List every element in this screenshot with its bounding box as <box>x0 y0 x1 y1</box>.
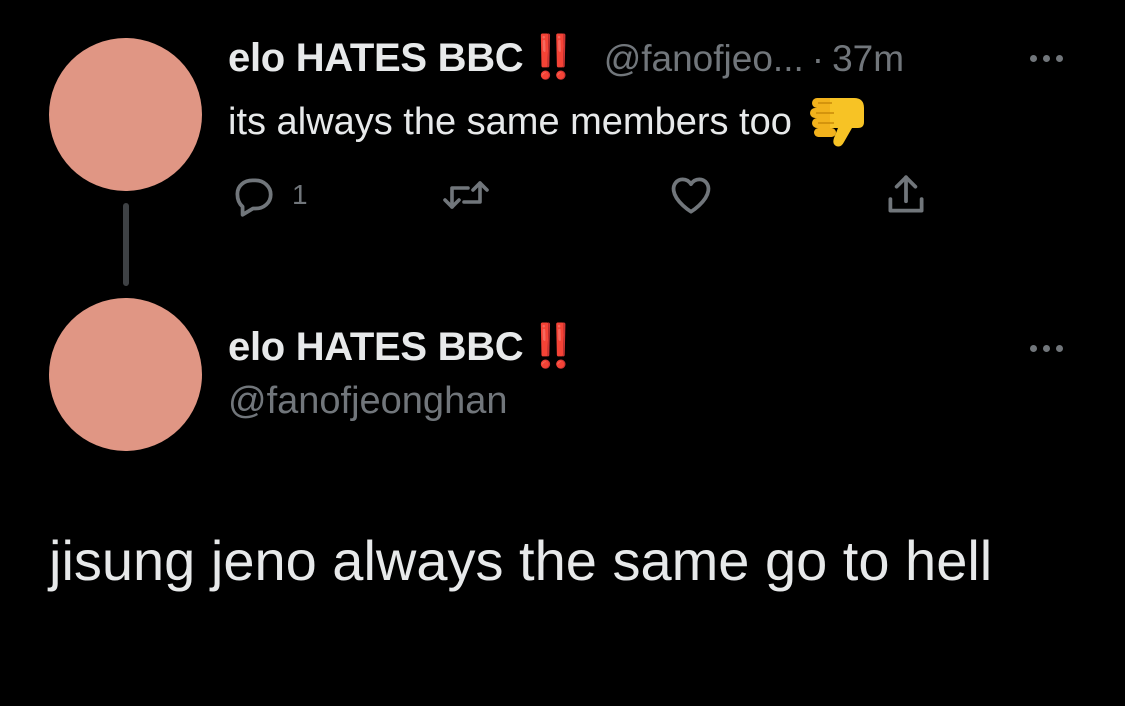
double-exclamation-emoji: ‼️ <box>527 33 579 80</box>
retweet-button[interactable] <box>440 170 492 220</box>
display-name[interactable]: elo HATES BBC <box>228 36 524 81</box>
display-name[interactable]: elo HATES BBC <box>228 325 524 370</box>
more-icon[interactable] <box>1030 345 1063 352</box>
thread-connector-line <box>123 203 129 286</box>
more-icon[interactable] <box>1030 55 1063 62</box>
tweet-actions: 1 <box>228 170 948 220</box>
like-button[interactable] <box>666 170 716 220</box>
timestamp[interactable]: 37m <box>832 38 904 80</box>
share-button[interactable] <box>883 170 929 220</box>
user-handle[interactable]: @fanofjeonghan <box>228 380 507 423</box>
reply-button[interactable]: 1 <box>228 170 308 220</box>
reply-icon <box>235 178 273 217</box>
avatar[interactable] <box>49 38 202 191</box>
tweet-text-content: its always the same members too <box>228 100 792 143</box>
main-tweet-text: jisung jeno always the same go to hell <box>49 529 993 592</box>
heart-icon <box>671 177 711 214</box>
tweet-text: its always the same members too <box>228 94 868 150</box>
double-exclamation-emoji: ‼️ <box>527 322 579 369</box>
separator-dot: · <box>811 38 825 79</box>
reply-count: 1 <box>292 179 308 210</box>
tweet-author: elo HATES BBC ‼️ <box>228 322 580 371</box>
retweet-icon <box>443 181 489 209</box>
user-handle[interactable]: @fanofjeo... <box>604 38 804 80</box>
thumbs-down-emoji <box>808 94 868 150</box>
share-icon <box>888 175 924 213</box>
tweet-header: elo HATES BBC ‼️ @fanofjeo... · 37m <box>228 33 904 85</box>
avatar[interactable] <box>49 298 202 451</box>
